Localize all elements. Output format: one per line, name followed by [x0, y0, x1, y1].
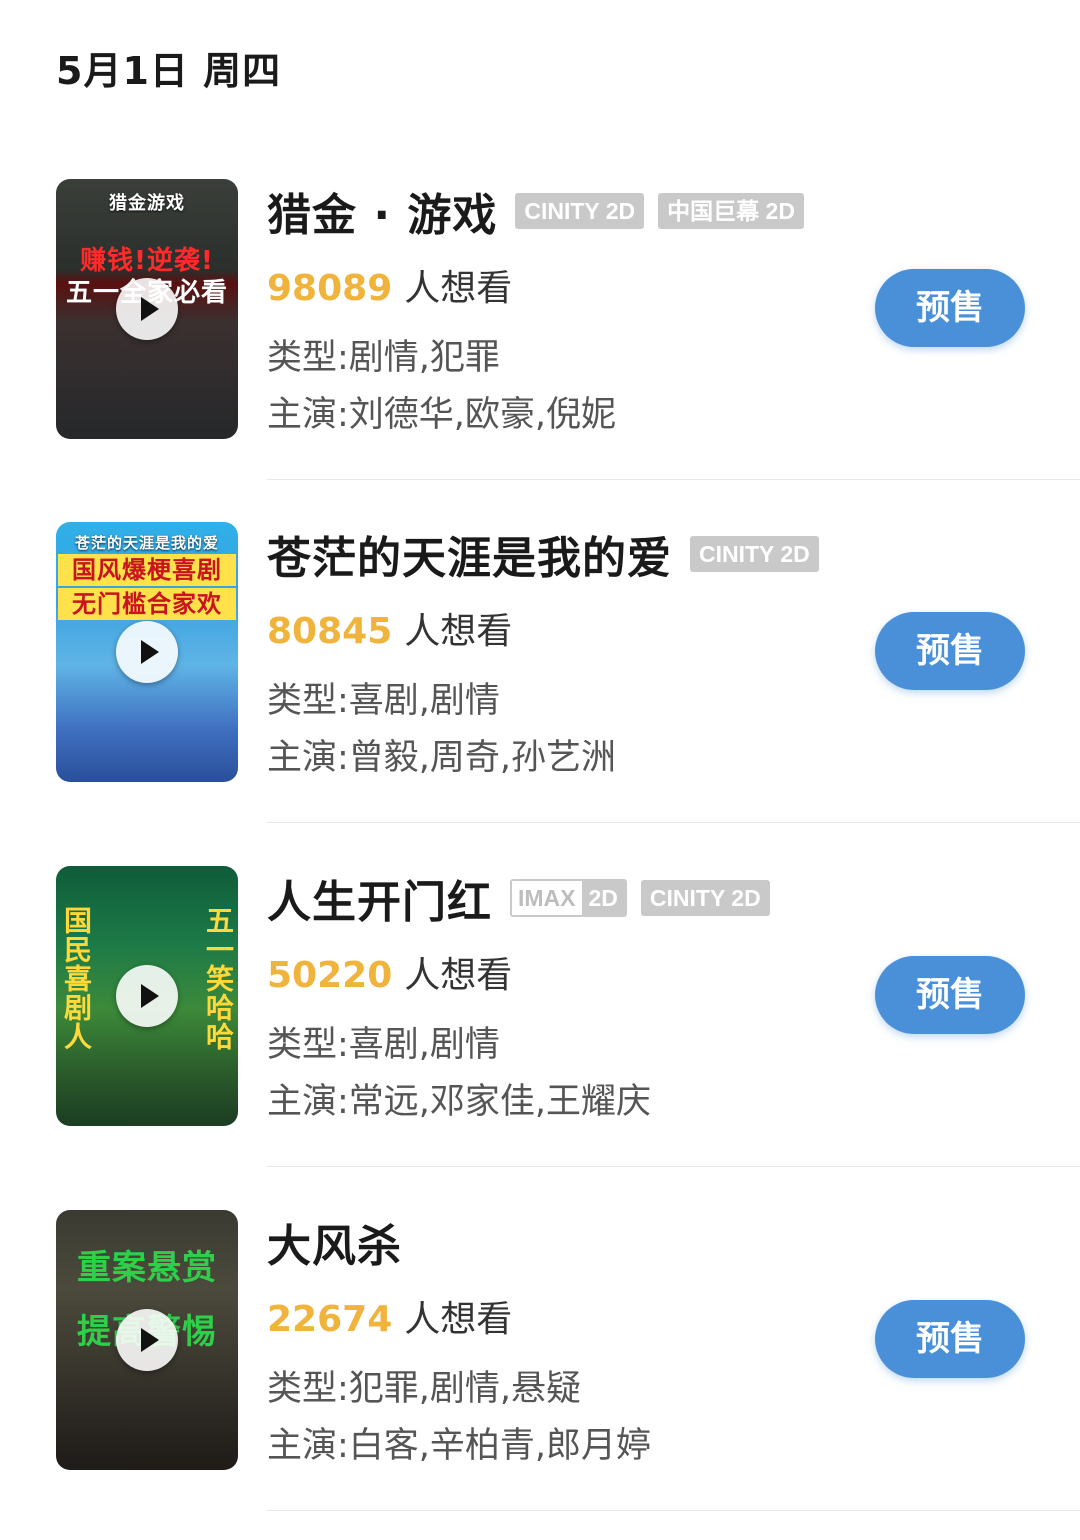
movie-title: 猎金 · 游戏 — [267, 190, 498, 241]
movie-item[interactable]: 重案悬赏 提高警惕 大风杀 22674 人想看 类型:犯罪,剧情,悬疑 主演:白客… — [0, 1210, 1080, 1540]
want-to-watch: 22674 人想看 — [267, 1290, 512, 1342]
title-line: 猎金 · 游戏 CINITY 2D 中国巨幕 2D — [267, 181, 818, 241]
want-count: 80845 — [267, 611, 393, 652]
want-count: 22674 — [267, 1299, 393, 1340]
play-trailer-button[interactable] — [116, 621, 178, 683]
movie-poster[interactable]: 苍茫的天涯是我的爱 国风爆梗喜剧 无门槛合家欢 — [56, 522, 238, 782]
movie-genre: 类型:喜剧,剧情 — [267, 1025, 500, 1065]
poster-slogan-line: 国民喜剧人 — [60, 906, 93, 1051]
poster-slogan: 国风爆梗喜剧 无门槛合家欢 — [56, 554, 238, 620]
presale-button[interactable]: 预售 — [875, 1300, 1025, 1378]
divider — [267, 1166, 1080, 1167]
want-to-watch: 50220 人想看 — [267, 946, 512, 998]
poster-slogan-line: 无门槛合家欢 — [58, 588, 236, 620]
play-trailer-button[interactable] — [116, 278, 178, 340]
movie-title: 苍茫的天涯是我的爱 — [267, 533, 672, 584]
title-line: 人生开门红 IMAX 2D CINITY 2D — [267, 868, 784, 928]
want-count: 98089 — [267, 268, 393, 309]
play-icon — [141, 1328, 159, 1352]
want-label: 人想看 — [404, 955, 513, 996]
movie-item[interactable]: 国民喜剧人 五一笑哈哈 人生开门红 IMAX 2D CINITY 2D 50220… — [0, 866, 1080, 1209]
poster-caption: 苍茫的天涯是我的爱 — [74, 534, 219, 552]
format-tag: CINITY 2D — [690, 536, 819, 572]
play-icon — [141, 640, 159, 664]
presale-button[interactable]: 预售 — [875, 956, 1025, 1034]
poster-slogan-line: 赚钱!逆袭! — [80, 246, 214, 276]
want-label: 人想看 — [404, 611, 513, 652]
poster-slogan-line: 五一笑哈哈 — [202, 906, 235, 1051]
movie-poster[interactable]: 重案悬赏 提高警惕 — [56, 1210, 238, 1470]
movie-genre: 类型:剧情,犯罪 — [267, 338, 500, 378]
want-to-watch: 98089 人想看 — [267, 259, 512, 311]
movie-title: 人生开门红 — [267, 877, 492, 928]
movie-cast: 主演:曾毅,周奇,孙艺洲 — [267, 738, 617, 778]
format-tag: CINITY 2D — [640, 880, 770, 916]
presale-button[interactable]: 预售 — [875, 612, 1025, 690]
movie-cast: 主演:刘德华,欧豪,倪妮 — [267, 395, 617, 435]
title-line: 苍茫的天涯是我的爱 CINITY 2D — [267, 524, 833, 584]
divider — [267, 822, 1080, 823]
movie-poster[interactable]: 猎金游戏 赚钱!逆袭! 五一全家必看 — [56, 179, 238, 439]
movie-cast: 主演:常远,邓家佳,王耀庆 — [267, 1082, 652, 1122]
imax-label: IMAX — [512, 881, 582, 915]
format-tag: 中国巨幕 2D — [658, 193, 804, 229]
date-header: 5月1日 周四 — [56, 49, 282, 93]
movie-list-page: 5月1日 周四 猎金游戏 赚钱!逆袭! 五一全家必看 猎金 · 游戏 CINIT… — [0, 0, 1080, 1540]
play-trailer-button[interactable] — [116, 1309, 178, 1371]
movie-title: 大风杀 — [267, 1221, 402, 1272]
imax-dimension: 2D — [581, 881, 625, 915]
imax-format-tag: IMAX 2D — [510, 879, 627, 917]
movie-cast: 主演:白客,辛柏青,郎月婷 — [267, 1426, 652, 1466]
format-tag: CINITY 2D — [515, 193, 645, 229]
play-trailer-button[interactable] — [116, 965, 178, 1027]
poster-caption: 猎金游戏 — [109, 193, 185, 214]
movie-item[interactable]: 苍茫的天涯是我的爱 国风爆梗喜剧 无门槛合家欢 苍茫的天涯是我的爱 CINITY… — [0, 522, 1080, 865]
title-line: 大风杀 — [267, 1212, 420, 1272]
movie-genre: 类型:犯罪,剧情,悬疑 — [267, 1369, 582, 1409]
poster-slogan-line: 重案悬赏 — [77, 1248, 217, 1288]
want-count: 50220 — [267, 955, 393, 996]
movie-item[interactable]: 猎金游戏 赚钱!逆袭! 五一全家必看 猎金 · 游戏 CINITY 2D 中国巨… — [0, 179, 1080, 522]
presale-button[interactable]: 预售 — [875, 269, 1025, 347]
poster-slogan-line: 国风爆梗喜剧 — [58, 554, 236, 586]
want-label: 人想看 — [404, 1299, 513, 1340]
want-label: 人想看 — [404, 268, 513, 309]
play-icon — [141, 984, 159, 1008]
divider — [267, 1510, 1080, 1511]
divider — [267, 479, 1080, 480]
movie-poster[interactable]: 国民喜剧人 五一笑哈哈 — [56, 866, 238, 1126]
play-icon — [141, 297, 159, 321]
movie-genre: 类型:喜剧,剧情 — [267, 681, 500, 721]
want-to-watch: 80845 人想看 — [267, 602, 512, 654]
